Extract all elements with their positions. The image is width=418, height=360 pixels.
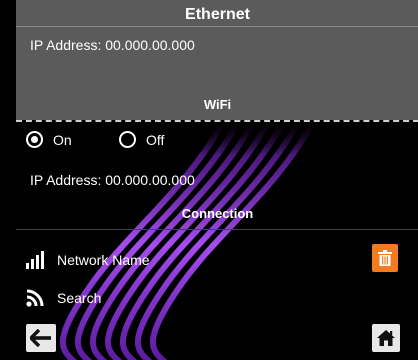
search-label: Search (57, 290, 102, 306)
radio-unchecked-icon (119, 131, 136, 148)
wifi-off-label: Off (146, 131, 165, 148)
radio-checked-icon (26, 131, 43, 148)
ethernet-divider (16, 26, 418, 27)
arrow-left-icon (30, 329, 51, 347)
network-name-label: Network Name (57, 252, 150, 268)
ethernet-ip-address: IP Address: 00.000.00.000 (30, 37, 195, 53)
wave-background (60, 122, 317, 360)
wifi-on-radio[interactable]: On (26, 131, 72, 148)
back-button[interactable] (26, 324, 56, 352)
connection-divider (16, 229, 418, 230)
network-name-row[interactable]: Network Name (26, 251, 150, 269)
ethernet-title: Ethernet (185, 6, 250, 23)
wifi-on-label: On (53, 131, 72, 148)
connection-title: Connection (181, 206, 254, 221)
wifi-ip-address: IP Address: 00.000.00.000 (30, 172, 195, 188)
signal-bars-icon (26, 251, 46, 269)
delete-network-button[interactable] (372, 244, 398, 272)
home-button[interactable] (372, 324, 400, 352)
wifi-title: WiFi (203, 97, 232, 112)
home-icon (377, 330, 395, 346)
search-row[interactable]: Search (26, 289, 101, 307)
wifi-icon (26, 289, 46, 307)
trash-icon (378, 250, 392, 266)
wifi-off-radio[interactable]: Off (119, 131, 164, 148)
ethernet-panel: Ethernet IP Address: 00.000.00.000 WiFi (16, 0, 418, 120)
